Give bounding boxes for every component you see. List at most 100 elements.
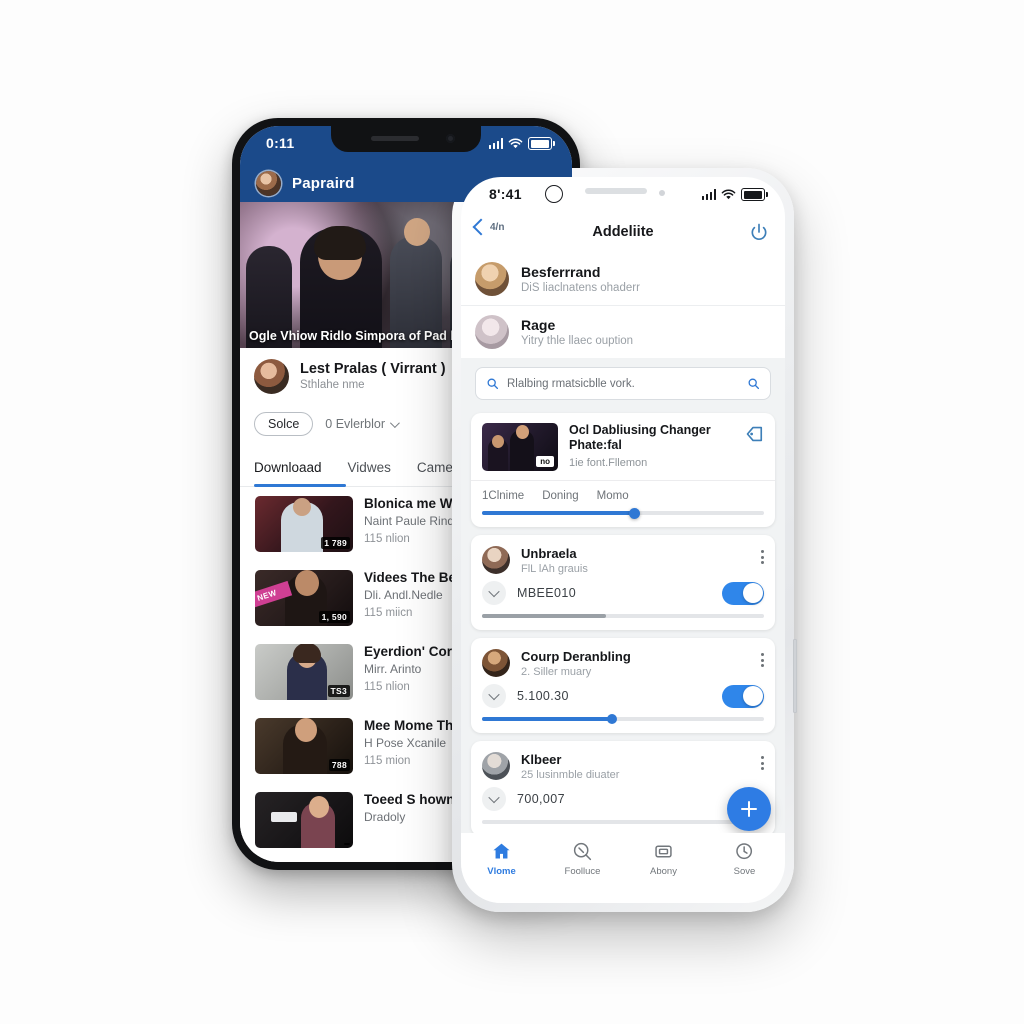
home-icon: [493, 843, 510, 859]
add-button[interactable]: [727, 787, 771, 831]
item-toggle[interactable]: [722, 581, 764, 605]
item-value: MBEE010: [517, 586, 577, 600]
plus-icon: [739, 799, 759, 819]
front-status-time: 8':41: [489, 186, 522, 202]
avatar: [482, 649, 510, 677]
tab-downloads[interactable]: Downloaad: [254, 460, 322, 475]
side-button[interactable]: [793, 639, 797, 713]
nav-item-home[interactable]: Vlome: [461, 841, 542, 877]
nav-item-explore[interactable]: Foolluce: [542, 841, 623, 877]
nav-item-saved[interactable]: Sove: [704, 841, 785, 877]
contact-subtitle: DiS liaclnatens ohaderr: [521, 282, 640, 294]
more-options-icon[interactable]: [761, 546, 764, 564]
item-title: Klbeer: [521, 752, 562, 767]
item-subtitle: 2. Siller muary: [521, 666, 592, 678]
progress-knob[interactable]: [606, 714, 617, 724]
avatar: [475, 315, 509, 349]
cellular-signal-icon: [701, 189, 716, 200]
front-status-icons: [701, 188, 768, 201]
cellular-signal-icon: [488, 138, 503, 149]
item-title: Courp Deranbling: [521, 649, 631, 664]
item-progress-bar[interactable]: [482, 614, 764, 618]
hero-hair: [314, 226, 366, 260]
wifi-icon: [721, 189, 736, 199]
nav-item-inbox[interactable]: Abony: [623, 841, 704, 877]
avatar: [475, 262, 509, 296]
contact-name: Rage: [521, 317, 556, 333]
back-status-icons: [488, 137, 555, 150]
search-icon[interactable]: [747, 377, 760, 390]
search-input[interactable]: Rlalbing rmatsicblle vork.: [507, 378, 739, 390]
more-options-icon[interactable]: [761, 649, 764, 667]
contact-row[interactable]: Rage Yitry thle llaec ouption: [461, 305, 785, 358]
nav-label-inbox: Abony: [650, 866, 677, 877]
media-thumbnail: no: [482, 423, 558, 471]
nav-label-saved: Sove: [733, 866, 756, 877]
sort-dropdown[interactable]: 0 Evlerblor: [325, 417, 400, 431]
power-icon[interactable]: [749, 222, 769, 242]
content-scroll-area[interactable]: no Ocl Dabliusing Changer Phate:fal 1ie …: [461, 405, 785, 841]
battery-icon: [741, 188, 768, 201]
wifi-icon: [508, 138, 523, 148]
front-phone-device: 8':41 4/n Addeliite Besferrrand DiS liac…: [452, 168, 794, 912]
channel-subtitle: Sthlahe nme: [300, 379, 365, 391]
inbox-icon: [655, 845, 672, 858]
settings-item-card[interactable]: Unbraela FlL lAh grauis MBEE010: [471, 535, 775, 630]
video-duration: 788: [328, 759, 350, 771]
progress-fill: [482, 717, 612, 721]
avatar: [256, 170, 281, 196]
item-progress-bar[interactable]: [482, 820, 764, 824]
video-thumbnail: [255, 792, 353, 848]
clock-icon: [736, 843, 753, 860]
back-phone-notch: [331, 126, 481, 152]
media-title: Ocl Dabliusing Changer Phate:fal: [569, 423, 711, 452]
item-toggle[interactable]: [722, 684, 764, 708]
video-thumbnail: 788: [255, 718, 353, 774]
front-app-header: 4/n Addeliite: [461, 213, 785, 253]
item-value: 5.100.30: [517, 689, 569, 703]
back-status-time: 0:11: [266, 135, 295, 151]
more-options-icon[interactable]: [761, 752, 764, 770]
chip-option-2[interactable]: Doning: [542, 490, 578, 502]
slider-fill: [482, 511, 635, 515]
settings-item-card[interactable]: Courp Deranbling 2. Siller muary 5.100.3…: [471, 638, 775, 733]
nav-label-explore: Foolluce: [564, 866, 601, 877]
media-progress-slider[interactable]: [482, 507, 764, 519]
front-camera-icon: [659, 190, 665, 196]
video-thumbnail: NEW 1, 590: [255, 570, 353, 626]
tab-came[interactable]: Came: [417, 460, 453, 475]
chevron-down-icon[interactable]: [482, 581, 506, 605]
search-bar[interactable]: Rlalbing rmatsicblle vork.: [475, 367, 771, 400]
back-app-title: Papraird: [292, 174, 355, 192]
media-thumb-label: no: [536, 456, 554, 467]
search-icon: [487, 378, 499, 390]
video-thumbnail: TS3: [255, 644, 353, 700]
slider-knob[interactable]: [628, 507, 640, 519]
search-icon: [573, 842, 592, 861]
item-value: 700,007: [517, 792, 565, 806]
video-duration: 1, 590: [318, 611, 350, 623]
item-progress-bar[interactable]: [482, 714, 764, 724]
settings-item-card[interactable]: Klbeer 25 lusinmble diuater 700,007: [471, 741, 775, 836]
video-duration: [344, 843, 350, 845]
chevron-down-icon[interactable]: [482, 684, 506, 708]
contact-name: Besferrrand: [521, 264, 601, 280]
bottom-navigation-bar: Vlome Foolluce Abony Sove: [461, 833, 785, 903]
item-subtitle: 25 lusinmble diuater: [521, 769, 620, 781]
filter-pill-solce[interactable]: Solce: [254, 412, 314, 436]
media-card[interactable]: no Ocl Dabliusing Changer Phate:fal 1ie …: [471, 413, 775, 527]
channel-avatar: [254, 358, 289, 394]
chip-option-3[interactable]: Momo: [597, 490, 629, 502]
contact-row[interactable]: Besferrrand DiS liaclnatens ohaderr: [461, 253, 785, 305]
front-camera-icon: [446, 134, 455, 143]
chevron-down-icon[interactable]: [482, 787, 506, 811]
tag-icon[interactable]: [742, 423, 764, 445]
progress-fill: [482, 614, 607, 618]
chip-option-1[interactable]: 1Clnime: [482, 490, 524, 502]
front-status-bar: 8':41: [461, 177, 785, 213]
sort-dropdown-label: 0 Evlerblor: [325, 417, 386, 431]
tab-videos[interactable]: Vidwes: [348, 460, 391, 475]
contact-subtitle: Yitry thle llaec ouption: [521, 335, 634, 347]
item-title: Unbraela: [521, 546, 577, 561]
avatar: [482, 546, 510, 574]
